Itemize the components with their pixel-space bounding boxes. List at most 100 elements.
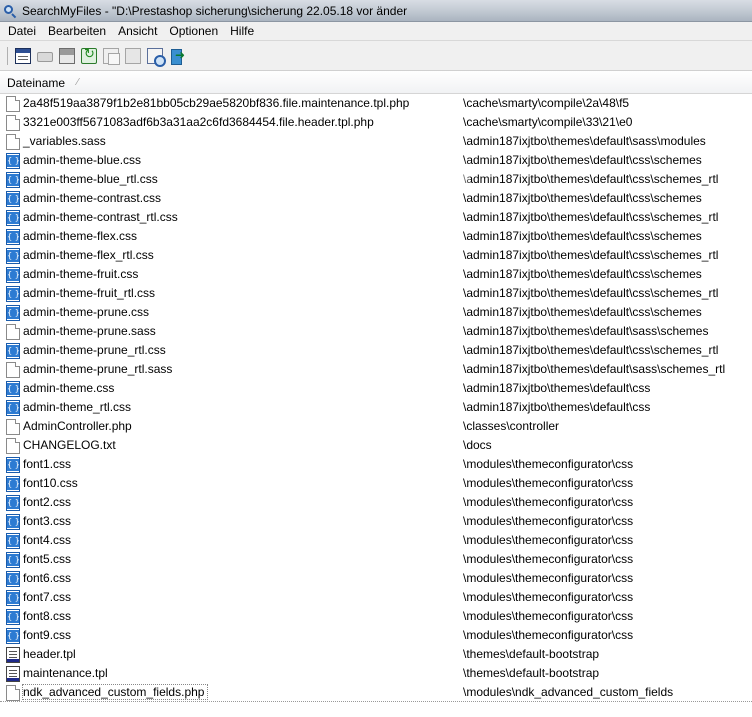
file-name: admin-theme-contrast.css: [23, 191, 162, 205]
table-row[interactable]: CHANGELOG.txt \docs: [0, 436, 752, 455]
table-row[interactable]: font8.css \modules\themeconfigurator\css: [0, 607, 752, 626]
table-row[interactable]: admin-theme-fruit_rtl.css \admin187ixjtbo…: [0, 284, 752, 303]
file-name: font2.css: [23, 495, 72, 509]
table-row[interactable]: font5.css \modules\themeconfigurator\css: [0, 550, 752, 569]
properties-button[interactable]: [145, 46, 166, 67]
table-row[interactable]: font1.css \modules\themeconfigurator\css: [0, 455, 752, 474]
css-file-icon: [6, 590, 20, 606]
table-row[interactable]: font9.css \modules\themeconfigurator\css: [0, 626, 752, 645]
menu-optionen[interactable]: Optionen: [163, 24, 224, 38]
file-name: font10.css: [23, 476, 78, 490]
file-name: font8.css: [23, 609, 72, 623]
table-row[interactable]: admin-theme-prune.css \admin187ixjtbo\the…: [0, 303, 752, 322]
file-name: admin-theme-blue_rtl.css: [23, 172, 158, 186]
table-row[interactable]: font2.css \modules\themeconfigurator\css: [0, 493, 752, 512]
file-path: \modules\themeconfigurator\css: [463, 609, 634, 623]
file-name: admin-theme-flex_rtl.css: [23, 248, 154, 262]
table-row[interactable]: _variables.sass \admin187ixjtbo\themes\de…: [0, 132, 752, 151]
file-name: CHANGELOG.txt: [23, 438, 116, 452]
css-file-icon: [6, 229, 20, 245]
file-path: \modules\themeconfigurator\css: [463, 476, 634, 490]
file-name: header.tpl: [23, 647, 76, 661]
css-file-icon: [6, 476, 20, 492]
file-name: font7.css: [23, 590, 72, 604]
table-row[interactable]: admin-theme-flex.css \admin187ixjtbo\them…: [0, 227, 752, 246]
file-path: \docs: [463, 438, 492, 452]
exit-button[interactable]: [167, 46, 187, 66]
document-file-icon: [6, 419, 20, 435]
file-name: admin-theme.css: [23, 381, 115, 395]
file-name: maintenance.tpl: [23, 666, 108, 680]
css-file-icon: [6, 533, 20, 549]
file-name: admin-theme-prune.sass: [23, 324, 156, 338]
window-title: SearchMyFiles - "D:\Prestashop sicherung…: [22, 3, 408, 18]
file-list[interactable]: Dateiname ⁄ 2a48f519aa3879f1b2e81bb05cb2…: [0, 71, 752, 717]
css-file-icon: [6, 286, 20, 302]
drive-button[interactable]: [35, 46, 55, 66]
table-row[interactable]: font6.css \modules\themeconfigurator\css: [0, 569, 752, 588]
document-file-icon: [6, 134, 20, 150]
title-bar[interactable]: SearchMyFiles - "D:\Prestashop sicherung…: [0, 0, 752, 22]
file-name: admin-theme_rtl.css: [23, 400, 132, 414]
css-file-icon: [6, 191, 20, 207]
file-path: \admin187ixjtbo\themes\default\sass\sche…: [463, 362, 726, 376]
refresh-button[interactable]: [79, 46, 99, 66]
menu-bearbeiten[interactable]: Bearbeiten: [42, 24, 112, 38]
table-row[interactable]: AdminController.php \classes\controller: [0, 417, 752, 436]
file-name: admin-theme-prune.css: [23, 305, 150, 319]
file-name: font1.css: [23, 457, 72, 471]
table-row[interactable]: font3.css \modules\themeconfigurator\css: [0, 512, 752, 531]
document-file-icon: [6, 438, 20, 454]
table-row[interactable]: admin-theme-prune_rtl.sass \admin187ixjtb…: [0, 360, 752, 379]
file-path: \modules\themeconfigurator\css: [463, 514, 634, 528]
file-name: admin-theme-contrast_rtl.css: [23, 210, 178, 224]
table-row[interactable]: admin-theme-flex_rtl.css \admin187ixjtbo\…: [0, 246, 752, 265]
table-row[interactable]: admin-theme-blue.css \admin187ixjtbo\them…: [0, 151, 752, 170]
file-path: \themes\default-bootstrap: [463, 647, 600, 661]
table-row[interactable]: maintenance.tpl \themes\default-bootstrap: [0, 664, 752, 683]
file-path: \admin187ixjtbo\themes\default\css\schem…: [463, 248, 719, 262]
file-path: \admin187ixjtbo\themes\default\css\schem…: [463, 153, 702, 167]
paste-button[interactable]: [123, 46, 143, 66]
table-row[interactable]: admin-theme-contrast.css \admin187ixjtbo\…: [0, 189, 752, 208]
table-row[interactable]: 2a48f519aa3879f1b2e81bb05cb29ae5820bf836…: [0, 94, 752, 113]
file-name: font9.css: [23, 628, 72, 642]
table-row[interactable]: admin-theme-contrast_rtl.css \admin187ixj…: [0, 208, 752, 227]
menu-datei[interactable]: Datei: [2, 24, 42, 38]
table-row[interactable]: admin-theme-prune_rtl.css \admin187ixjtbo…: [0, 341, 752, 360]
css-file-icon: [6, 267, 20, 283]
file-name: 3321e003ff5671083adf6b3a31aa2c6fd3684454…: [23, 115, 374, 129]
table-row[interactable]: admin-theme-blue_rtl.css \admin187ixjtbo\…: [0, 170, 752, 189]
file-path: \admin187ixjtbo\themes\default\css\schem…: [463, 191, 702, 205]
file-name: admin-theme-prune_rtl.sass: [23, 362, 173, 376]
table-row[interactable]: font10.css \modules\themeconfigurator\css: [0, 474, 752, 493]
table-row[interactable]: 3321e003ff5671083adf6b3a31aa2c6fd3684454…: [0, 113, 752, 132]
file-path: \admin187ixjtbo\themes\default\css\schem…: [463, 229, 702, 243]
file-name: admin-theme-fruit.css: [23, 267, 139, 281]
file-name: AdminController.php: [23, 419, 132, 433]
search-options-button[interactable]: [13, 46, 33, 66]
menu-hilfe[interactable]: Hilfe: [224, 24, 260, 38]
document-file-icon: [6, 324, 20, 340]
column-resize-icon: ⁄: [77, 77, 79, 88]
table-row[interactable]: admin-theme-prune.sass \admin187ixjtbo\th…: [0, 322, 752, 341]
paste-icon: [125, 47, 141, 64]
table-row[interactable]: font7.css \modules\themeconfigurator\css: [0, 588, 752, 607]
table-row[interactable]: admin-theme_rtl.css \admin187ixjtbo\theme…: [0, 398, 752, 417]
file-path: \classes\controller: [463, 419, 560, 433]
table-row[interactable]: font4.css \modules\themeconfigurator\css: [0, 531, 752, 550]
table-row[interactable]: admin-theme.css \admin187ixjtbo\themes\de…: [0, 379, 752, 398]
save-icon: [59, 47, 75, 64]
file-path: \admin187ixjtbo\themes\default\css\schem…: [463, 305, 702, 319]
column-header-filename[interactable]: Dateiname ⁄: [0, 71, 460, 94]
copy-icon: [103, 47, 120, 65]
table-row[interactable]: header.tpl \themes\default-bootstrap: [0, 645, 752, 664]
copy-button[interactable]: [101, 46, 121, 66]
menu-ansicht[interactable]: Ansicht: [112, 24, 163, 38]
file-path: \modules\ndk_advanced_custom_fields: [463, 685, 674, 699]
table-row[interactable]: ndk_advanced_custom_fields.php \modules\n…: [0, 683, 752, 702]
column-header-label: Dateiname: [7, 75, 66, 90]
table-row[interactable]: admin-theme-fruit.css \admin187ixjtbo\the…: [0, 265, 752, 284]
document-file-icon: [6, 685, 20, 701]
save-button[interactable]: [57, 46, 77, 66]
